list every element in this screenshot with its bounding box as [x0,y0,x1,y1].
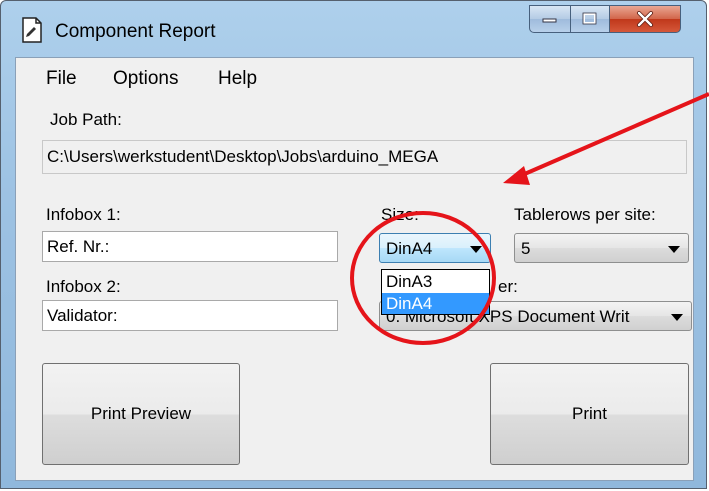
window-title: Component Report [55,21,216,42]
infobox1-input[interactable]: Ref. Nr.: [42,231,338,262]
infobox1-label: Infobox 1: [46,205,121,224]
menu-file[interactable]: File [46,68,77,90]
job-path-label: Job Path: [50,110,122,129]
menu-options[interactable]: Options [113,68,178,90]
printer-label: er: [498,277,518,296]
component-report-window: Component Report File Options Help Job P… [0,0,707,489]
size-combo[interactable]: DinA4 [379,233,491,263]
job-path-field[interactable]: C:\Users\werkstudent\Desktop\Jobs\arduin… [42,140,687,174]
chevron-down-icon [470,246,482,253]
menu-help[interactable]: Help [218,68,257,90]
infobox2-label: Infobox 2: [46,277,121,296]
tablerows-combo[interactable]: 5 [514,233,689,263]
minimize-icon [542,18,557,23]
size-dropdown-list: DinA3 DinA4 [381,269,490,315]
maximize-button[interactable] [570,5,610,33]
app-icon [21,17,43,43]
tablerows-selected-value: 5 [521,239,531,258]
title-bar[interactable]: Component Report [1,1,706,57]
minimize-button[interactable] [529,5,571,33]
print-preview-button[interactable]: Print Preview [42,363,240,465]
size-option-dina3[interactable]: DinA3 [382,271,489,292]
close-button[interactable] [609,5,681,33]
size-label: Size: [381,205,419,224]
client-area: File Options Help Job Path: C:\Users\wer… [15,57,694,481]
tablerows-label: Tablerows per site: [514,205,656,224]
menu-bar: File Options Help [16,58,693,98]
maximize-icon [582,12,597,25]
chevron-down-icon [668,246,680,253]
size-option-dina4[interactable]: DinA4 [382,293,489,314]
infobox2-input[interactable]: Validator: [42,300,338,331]
print-button[interactable]: Print [490,363,689,465]
size-selected-value: DinA4 [386,239,433,258]
close-icon [637,11,653,27]
chevron-down-icon [671,314,683,321]
